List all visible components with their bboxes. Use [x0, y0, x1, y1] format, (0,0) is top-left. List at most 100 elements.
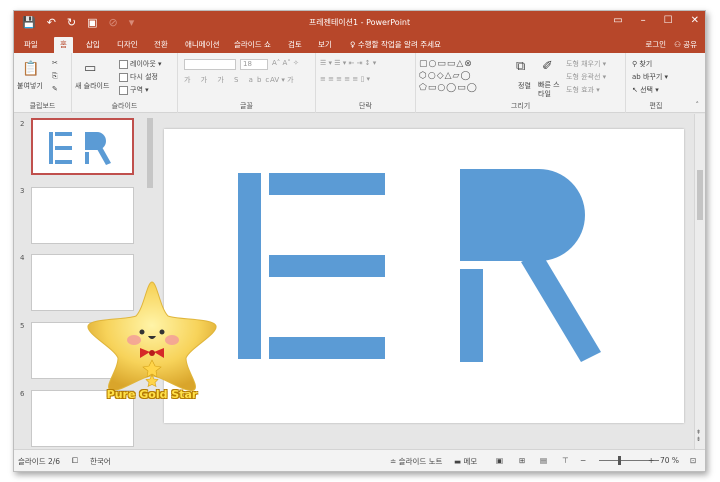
thumbnail-scrollbar-thumb[interactable]	[147, 118, 153, 188]
editing-group: ⚲ 찾기 ab 바꾸기 ▾ ↖ 선택 ▾ 편집	[626, 53, 686, 113]
thumbnail-number: 5	[20, 322, 25, 330]
tab-transitions[interactable]: 전환	[148, 37, 174, 53]
status-bar: 슬라이드 2/6 ⧠ 한국어 ≐ 슬라이드 노트 ▬ 메모 ▣ ⊞ ▤ ⊤ − …	[14, 449, 705, 471]
thumbnail-er-preview	[49, 132, 111, 165]
shape-fill-button[interactable]: 도형 채우기 ▾	[566, 59, 606, 69]
e-top-bar	[269, 173, 385, 195]
tab-review[interactable]: 검토	[282, 37, 308, 53]
list-icons[interactable]: ☰ ▾ ☰ ▾ ⇤ ⇥ ↕ ▾	[320, 59, 376, 67]
collapse-ribbon-icon[interactable]: ˄	[696, 101, 700, 109]
arrange-button[interactable]: 정렬	[518, 81, 531, 91]
tab-home[interactable]: 홈	[54, 37, 73, 53]
align-icons[interactable]: ≡ ≡ ≡ ≡ ≡ ▯ ▾	[320, 75, 370, 83]
ribbon: 📋 붙여넣기 ✂ ⎘ ✎ 클립보드 ▭ 새 슬라이드 레이아웃 ▾ 다시 설정 …	[14, 53, 705, 113]
ribbon-display-icon[interactable]: ▭	[613, 15, 622, 26]
share-button[interactable]: ⚇ 공유	[674, 39, 697, 50]
quick-styles-icon[interactable]: ✐	[542, 59, 553, 74]
person-icon: ⚇	[674, 40, 684, 49]
editing-group-label: 편집	[649, 102, 663, 110]
font-group-label: 글꼴	[240, 102, 253, 110]
minimize-button[interactable]: –	[641, 15, 646, 26]
language-indicator[interactable]: 한국어	[90, 456, 111, 467]
find-button[interactable]: ⚲ 찾기	[632, 59, 652, 69]
font-name-field[interactable]	[184, 59, 236, 70]
spell-check-icon[interactable]: ⧠	[72, 456, 78, 466]
font-size-field[interactable]: 18	[240, 59, 268, 70]
section-button[interactable]: 구역 ▾	[119, 85, 149, 95]
slide-er-graphic	[238, 169, 601, 362]
shapes-gallery[interactable]: ▢○▭▭△⊗ ⬡○◇△▱◯ ⬠▭○◯▭◯	[419, 58, 507, 98]
reset-label: 다시 설정	[130, 73, 158, 81]
zoom-level[interactable]: 70 %	[660, 456, 679, 465]
thumbnail-number: 4	[20, 254, 25, 262]
clipboard-group: 📋 붙여넣기 ✂ ⎘ ✎ 클립보드	[14, 53, 72, 113]
zoom-slider-thumb[interactable]	[618, 456, 621, 465]
font-style-buttons[interactable]: 가 가 가 S abc	[184, 75, 273, 85]
paste-button[interactable]: 붙여넣기	[17, 81, 43, 91]
e-middle-bar	[269, 255, 385, 277]
comments-label: 메모	[463, 457, 478, 466]
thumbnail-number: 3	[20, 187, 25, 195]
thumbnail-number: 2	[20, 120, 25, 128]
current-slide[interactable]	[164, 129, 684, 423]
quick-styles-button[interactable]: 빠른 스타일	[538, 81, 562, 99]
paragraph-group-label: 단락	[359, 102, 372, 110]
slide-sorter-icon[interactable]: ⊞	[519, 456, 525, 465]
comments-button[interactable]: ▬ 메모	[454, 456, 477, 467]
slide-scrollbar[interactable]: ⇞ ⇟	[694, 114, 705, 451]
tab-design[interactable]: 디자인	[111, 37, 144, 53]
tell-me-search[interactable]: ♀ 수행할 작업을 알려 주세요	[344, 37, 447, 53]
slides-group: ▭ 새 슬라이드 레이아웃 ▾ 다시 설정 구역 ▾ 슬라이드	[72, 53, 178, 113]
e-bottom-bar	[269, 337, 385, 359]
notes-button[interactable]: ≐ 슬라이드 노트	[390, 456, 442, 467]
title-bar: 💾 ↶ ↻ ▣ ⊘ ▾ 프레젠테이션1 - PowerPoint ▭ – ☐ ✕	[14, 11, 705, 35]
maximize-button[interactable]: ☐	[664, 15, 673, 26]
grow-font-icon[interactable]: A˄ A˅ ✧	[272, 59, 299, 67]
arrange-icon[interactable]: ⧉	[516, 59, 525, 74]
slide-thumbnail-3[interactable]	[31, 187, 134, 244]
select-button[interactable]: ↖ 선택 ▾	[632, 85, 659, 95]
slide-thumbnail-2[interactable]	[31, 118, 134, 175]
tab-animations[interactable]: 애니메이션	[179, 37, 226, 53]
window-controls: ▭ – ☐ ✕	[613, 15, 699, 26]
format-painter-icon[interactable]: ✎	[52, 85, 58, 93]
tab-view[interactable]: 보기	[312, 37, 338, 53]
r-stem	[460, 269, 483, 362]
shape-outline-button[interactable]: 도형 윤곽선 ▾	[566, 72, 606, 82]
find-label: 찾기	[639, 60, 653, 68]
replace-button[interactable]: ab 바꾸기 ▾	[632, 72, 668, 82]
shape-effects-button[interactable]: 도형 효과 ▾	[566, 85, 600, 95]
new-slide-icon[interactable]: ▭	[84, 61, 96, 76]
reset-button[interactable]: 다시 설정	[119, 72, 158, 82]
prev-next-slide-icons[interactable]: ⇞ ⇟	[696, 429, 701, 443]
login-link[interactable]: 로그인	[645, 39, 666, 50]
paste-icon[interactable]: 📋	[22, 61, 39, 77]
replace-icon: ab	[632, 73, 643, 81]
sticker-caption: Pure Gold Star	[106, 388, 198, 401]
slide-scrollbar-thumb[interactable]	[697, 170, 703, 220]
fit-to-window-icon[interactable]: ⊡	[690, 456, 696, 465]
close-button[interactable]: ✕	[691, 15, 699, 26]
paragraph-group: ☰ ▾ ☰ ▾ ⇤ ⇥ ↕ ▾ ≡ ≡ ≡ ≡ ≡ ▯ ▾ 단락	[316, 53, 416, 113]
cut-icon[interactable]: ✂	[52, 59, 58, 67]
tab-slideshow[interactable]: 슬라이드 쇼	[228, 37, 277, 53]
reset-icon	[119, 72, 128, 82]
zoom-out-button[interactable]: −	[580, 456, 586, 465]
section-icon	[119, 85, 128, 95]
clipboard-group-label: 클립보드	[29, 102, 56, 110]
tab-file[interactable]: 파일	[18, 37, 44, 53]
slideshow-icon[interactable]: ⊤	[562, 456, 569, 465]
tab-insert[interactable]: 삽입	[80, 37, 106, 53]
new-slide-button[interactable]: 새 슬라이드	[75, 81, 109, 91]
notes-icon: ≐	[390, 457, 399, 466]
copy-icon[interactable]: ⎘	[52, 72, 58, 81]
gold-star-sticker: Pure Gold Star	[82, 278, 222, 413]
zoom-in-button[interactable]: +	[648, 456, 654, 465]
layout-button[interactable]: 레이아웃 ▾	[119, 59, 162, 69]
thumbnail-number: 6	[20, 390, 25, 398]
font-color-icon[interactable]: AV ▾ 가	[270, 75, 294, 85]
slide-position: 슬라이드 2/6	[18, 457, 61, 466]
reading-view-icon[interactable]: ▤	[540, 456, 547, 465]
r-leg	[521, 252, 601, 362]
normal-view-icon[interactable]: ▣	[496, 456, 503, 465]
